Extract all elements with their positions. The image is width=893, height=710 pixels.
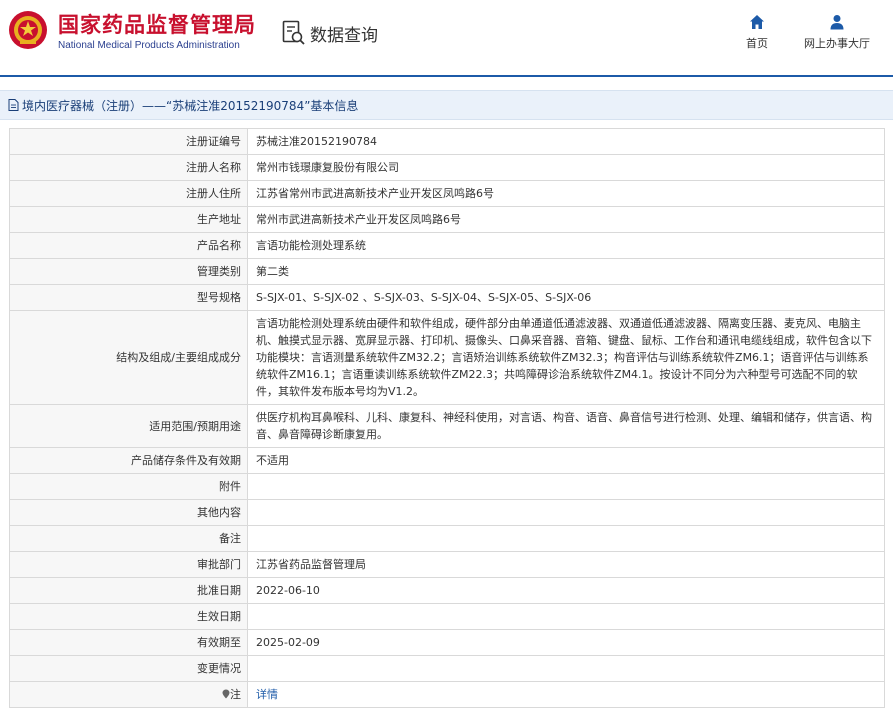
- table-row: 产品储存条件及有效期 不适用: [9, 447, 885, 474]
- table-row: 有效期至 2025-02-09: [9, 629, 885, 656]
- registration-detail-table: 注册证编号 苏械注准20152190784 注册人名称 常州市钱璟康复股份有限公…: [9, 128, 885, 708]
- row-value: 常州市武进高新技术产业开发区凤鸣路6号: [247, 206, 885, 233]
- row-label: 其他内容: [9, 499, 248, 526]
- table-row: 审批部门 江苏省药品监督管理局: [9, 551, 885, 578]
- data-query-title: 数据查询: [310, 25, 378, 46]
- row-value: 苏械注准20152190784: [247, 128, 885, 155]
- row-label: 注册证编号: [9, 128, 248, 155]
- row-label: 结构及组成/主要组成成分: [9, 310, 248, 405]
- table-row: 适用范围/预期用途 供医疗机构耳鼻喉科、儿科、康复科、神经科使用，对言语、构音、…: [9, 404, 885, 448]
- brand-block[interactable]: 国家药品监督管理局 National Medical Products Admi…: [58, 12, 256, 53]
- table-row: 批准日期 2022-06-10: [9, 577, 885, 604]
- row-value: 言语功能检测处理系统由硬件和软件组成，硬件部分由单通道低通滤波器、双通道低通滤波…: [247, 310, 885, 405]
- table-row: 注册人住所 江苏省常州市武进高新技术产业开发区凤鸣路6号: [9, 180, 885, 207]
- row-value: 供医疗机构耳鼻喉科、儿科、康复科、神经科使用，对言语、构音、语音、鼻音信号进行检…: [247, 404, 885, 448]
- table-row: 备注: [9, 525, 885, 552]
- table-row: 生产地址 常州市武进高新技术产业开发区凤鸣路6号: [9, 206, 885, 233]
- row-label: 注册人名称: [9, 154, 248, 181]
- header-divider: [0, 75, 893, 77]
- note-label-text: 注: [230, 688, 241, 701]
- document-icon: [8, 99, 19, 111]
- row-value: [247, 655, 885, 682]
- row-label: 附件: [9, 473, 248, 500]
- data-query-icon: [282, 20, 305, 45]
- table-row: 管理类别 第二类: [9, 258, 885, 285]
- row-label: 适用范围/预期用途: [9, 404, 248, 448]
- row-value: [247, 499, 885, 526]
- row-value: [247, 525, 885, 552]
- brand-name-cn: 国家药品监督管理局: [58, 13, 256, 37]
- row-value: 江苏省药品监督管理局: [247, 551, 885, 578]
- table-row: 产品名称 言语功能检测处理系统: [9, 232, 885, 259]
- nav-online-hall-label: 网上办事大厅: [804, 37, 870, 50]
- national-emblem-icon: [9, 11, 47, 49]
- row-value: 常州市钱璟康复股份有限公司: [247, 154, 885, 181]
- details-link[interactable]: 详情: [247, 681, 885, 708]
- row-value: 2025-02-09: [247, 629, 885, 656]
- table-row-note: 注 详情: [9, 681, 885, 708]
- row-label: 生效日期: [9, 603, 248, 630]
- row-label: 备注: [9, 525, 248, 552]
- row-label: 审批部门: [9, 551, 248, 578]
- nav-home-link[interactable]: 首页: [746, 14, 768, 51]
- nav-online-hall-link[interactable]: 网上办事大厅: [804, 14, 870, 51]
- data-query-heading: 数据查询: [282, 20, 378, 46]
- table-row: 其他内容: [9, 499, 885, 526]
- row-label: 批准日期: [9, 577, 248, 604]
- row-label: 管理类别: [9, 258, 248, 285]
- row-label: 变更情况: [9, 655, 248, 682]
- table-row: 注册证编号 苏械注准20152190784: [9, 128, 885, 155]
- home-icon: [750, 15, 764, 29]
- pin-icon: [222, 689, 230, 699]
- row-value: 第二类: [247, 258, 885, 285]
- table-row: 结构及组成/主要组成成分 言语功能检测处理系统由硬件和软件组成，硬件部分由单通道…: [9, 310, 885, 405]
- row-label: 产品储存条件及有效期: [9, 447, 248, 474]
- table-row: 附件: [9, 473, 885, 500]
- breadcrumb-text: 境内医疗器械（注册）——“苏械注准20152190784”基本信息: [22, 98, 359, 113]
- row-label-note: 注: [9, 681, 248, 708]
- table-row: 生效日期: [9, 603, 885, 630]
- row-label: 型号规格: [9, 284, 248, 311]
- nav-home-label: 首页: [746, 37, 768, 50]
- row-value: 2022-06-10: [247, 577, 885, 604]
- row-value: [247, 603, 885, 630]
- row-value: 言语功能检测处理系统: [247, 232, 885, 259]
- row-value: [247, 473, 885, 500]
- site-header: 国家药品监督管理局 National Medical Products Admi…: [0, 0, 893, 72]
- row-value: S-SJX-01、S-SJX-02 、S-SJX-03、S-SJX-04、S-S…: [247, 284, 885, 311]
- row-label: 有效期至: [9, 629, 248, 656]
- table-row: 型号规格 S-SJX-01、S-SJX-02 、S-SJX-03、S-SJX-0…: [9, 284, 885, 311]
- row-label: 注册人住所: [9, 180, 248, 207]
- row-value: 不适用: [247, 447, 885, 474]
- row-label: 产品名称: [9, 232, 248, 259]
- row-value: 江苏省常州市武进高新技术产业开发区凤鸣路6号: [247, 180, 885, 207]
- table-row: 变更情况: [9, 655, 885, 682]
- table-row: 注册人名称 常州市钱璟康复股份有限公司: [9, 154, 885, 181]
- brand-name-en: National Medical Products Administration: [58, 40, 240, 51]
- user-icon: [830, 15, 844, 30]
- row-label: 生产地址: [9, 206, 248, 233]
- breadcrumb: 境内医疗器械（注册）——“苏械注准20152190784”基本信息: [0, 90, 893, 120]
